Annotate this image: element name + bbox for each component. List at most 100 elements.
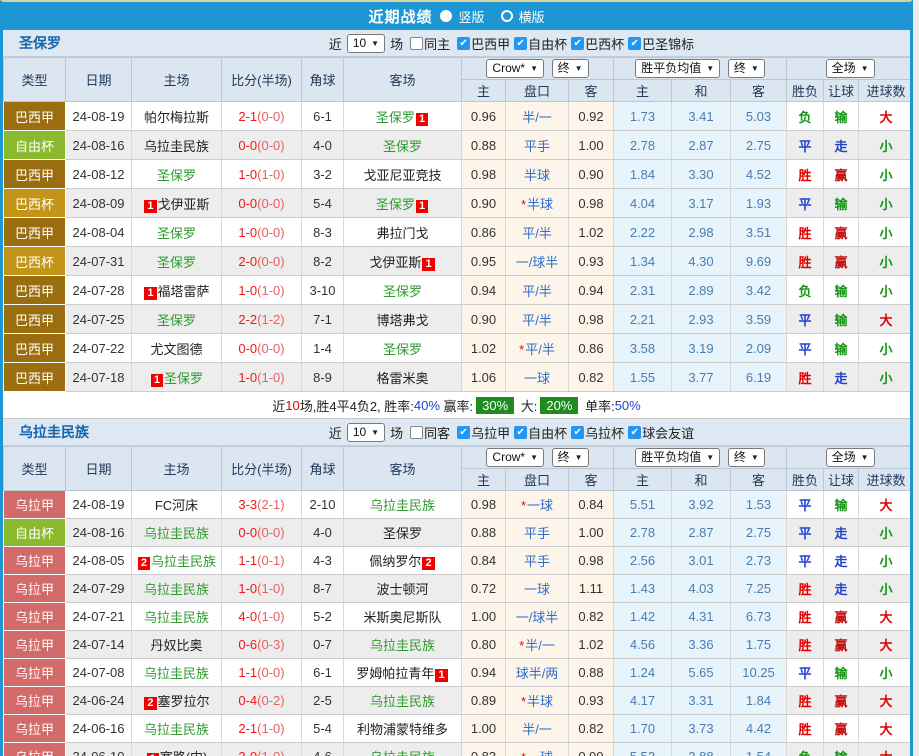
- col-mean-home: 主: [614, 80, 672, 102]
- handicap-line: 半球: [527, 694, 553, 709]
- result-handicap-cell: 输: [824, 102, 859, 131]
- away-team-cell: 罗姆帕拉青年1: [344, 659, 462, 687]
- same-venue-checkbox[interactable]: ✔: [410, 37, 423, 50]
- team-name: 戈伊亚斯: [369, 255, 421, 270]
- horizontal-layout-label: 横版: [519, 7, 545, 26]
- company-select[interactable]: Crow*▼: [486, 59, 544, 78]
- final-select-2[interactable]: 终▼: [728, 59, 765, 78]
- league-checkbox[interactable]: ✔: [628, 426, 641, 439]
- chevron-down-icon: ▼: [706, 450, 714, 465]
- vertical-layout-radio[interactable]: [440, 10, 452, 22]
- mean-draw-cell: 3.19: [672, 334, 731, 363]
- fulltime-score: 3-3: [238, 497, 257, 512]
- corner-cell: 8-9: [302, 363, 344, 392]
- result-goals-cell: 小: [859, 519, 913, 547]
- home-odds-cell: 0.72: [462, 575, 506, 603]
- mean-home-cell: 1.55: [614, 363, 672, 392]
- corner-cell: 4-0: [302, 519, 344, 547]
- team-title[interactable]: 圣保罗: [19, 33, 61, 53]
- team-name: 乌拉圭民族: [151, 554, 216, 569]
- league-cell: 乌拉甲: [4, 491, 66, 519]
- league-checkbox[interactable]: ✔: [571, 37, 584, 50]
- league-checkbox[interactable]: ✔: [514, 426, 527, 439]
- horizontal-layout-radio[interactable]: [501, 10, 513, 22]
- team-name: 塞路(中): [160, 750, 208, 756]
- home-team-cell: 乌拉圭民族: [132, 659, 222, 687]
- mean-draw-cell: 3.30: [672, 160, 731, 189]
- result-goals-cell: 小: [859, 131, 913, 160]
- summary-text: 近: [272, 396, 285, 415]
- recent-count-select[interactable]: 10▼: [347, 423, 385, 442]
- scope-select[interactable]: 全场▼: [826, 448, 875, 467]
- match-row: 自由杯24-08-16乌拉圭民族0-0(0-0)4-0圣保罗0.88平手1.00…: [4, 519, 914, 547]
- match-row: 巴西甲24-08-19帕尔梅拉斯2-1(0-0)6-1圣保罗10.96半/一0.…: [4, 102, 914, 131]
- home-team-cell: 尤文图德: [132, 334, 222, 363]
- same-venue-checkbox[interactable]: ✔: [410, 426, 423, 439]
- recent-count-select[interactable]: 10▼: [347, 34, 385, 53]
- result-wdl-cell: 胜: [787, 715, 824, 743]
- team-name: 乌拉圭民族: [144, 526, 209, 541]
- away-odds-cell: 1.02: [569, 631, 614, 659]
- league-checkbox[interactable]: ✔: [571, 426, 584, 439]
- col-odds-home: 主: [462, 469, 506, 491]
- final-select[interactable]: 终▼: [552, 448, 589, 467]
- mean-draw-cell: 3.31: [672, 687, 731, 715]
- summary-text: 10: [285, 398, 299, 413]
- result-goals-cell: 小: [859, 575, 913, 603]
- home-team-cell: 帕尔梅拉斯: [132, 102, 222, 131]
- result-wdl-cell: 平: [787, 659, 824, 687]
- away-odds-cell: 1.00: [569, 131, 614, 160]
- home-team-cell: 2乌拉圭民族: [132, 547, 222, 575]
- mean-select[interactable]: 胜平负均值▼: [635, 59, 720, 78]
- league-checkbox[interactable]: ✔: [628, 37, 641, 50]
- handicap-line: 平/半: [522, 313, 552, 328]
- league-checkbox-label: 自由杯: [528, 34, 567, 53]
- league-cell: 自由杯: [4, 131, 66, 160]
- away-team-cell: 米斯奥尼斯队: [344, 603, 462, 631]
- fulltime-score: 1-0: [238, 167, 257, 182]
- league-checkbox[interactable]: ✔: [457, 37, 470, 50]
- league-checkbox[interactable]: ✔: [457, 426, 470, 439]
- match-row: 乌拉甲24-07-14丹奴比奥0-6(0-3)0-7乌拉圭民族0.80*半/一1…: [4, 631, 914, 659]
- final-select-2[interactable]: 终▼: [728, 448, 765, 467]
- mean-draw-cell: 2.87: [672, 131, 731, 160]
- league-cell: 乌拉甲: [4, 547, 66, 575]
- league-checkbox-label: 巴西甲: [471, 34, 510, 53]
- company-select[interactable]: Crow*▼: [486, 448, 544, 467]
- away-odds-cell: 1.00: [569, 519, 614, 547]
- away-team-cell: 圣保罗: [344, 519, 462, 547]
- team-name: 圣保罗: [383, 526, 422, 541]
- result-goals-cell: 小: [859, 247, 913, 276]
- score-cell: 3-0(1-0): [222, 743, 302, 756]
- league-checkbox[interactable]: ✔: [514, 37, 527, 50]
- mean-select[interactable]: 胜平负均值▼: [635, 448, 720, 467]
- result-wdl-cell: 胜: [787, 575, 824, 603]
- mean-group-header: 胜平负均值▼ 终▼: [614, 447, 787, 469]
- score-cell: 1-0(1-0): [222, 575, 302, 603]
- match-row: 巴西甲24-07-281福塔雷萨1-0(1-0)3-10圣保罗0.94平/半0.…: [4, 276, 914, 305]
- fulltime-score: 0-6: [238, 637, 257, 652]
- team-title[interactable]: 乌拉圭民族: [19, 422, 89, 442]
- match-row: 巴西甲24-08-04圣保罗1-0(0-0)8-3弗拉门戈0.86平/半1.02…: [4, 218, 914, 247]
- date-cell: 24-07-14: [66, 631, 132, 659]
- league-filter-group: ✔巴西甲✔自由杯✔巴西杯✔巴圣锦标: [453, 34, 694, 53]
- mean-home-cell: 4.17: [614, 687, 672, 715]
- summary-text: 50%: [615, 398, 641, 413]
- col-away: 客场: [344, 58, 462, 102]
- mean-draw-cell: 3.36: [672, 631, 731, 659]
- col-type: 类型: [4, 58, 66, 102]
- mean-home-cell: 1.34: [614, 247, 672, 276]
- home-team-cell: 乌拉圭民族: [132, 131, 222, 160]
- handicap-line: 平/半: [525, 342, 555, 357]
- final-select[interactable]: 终▼: [552, 59, 589, 78]
- scope-select[interactable]: 全场▼: [826, 59, 875, 78]
- mean-draw-cell: 3.77: [672, 363, 731, 392]
- col-away: 客场: [344, 447, 462, 491]
- result-goals-cell: 大: [859, 603, 913, 631]
- corner-cell: 3-10: [302, 276, 344, 305]
- result-handicap-cell: 赢: [824, 715, 859, 743]
- score-cell: 0-6(0-3): [222, 631, 302, 659]
- mean-away-cell: 1.84: [731, 687, 787, 715]
- date-cell: 24-08-16: [66, 131, 132, 160]
- result-handicap-cell: 输: [824, 189, 859, 218]
